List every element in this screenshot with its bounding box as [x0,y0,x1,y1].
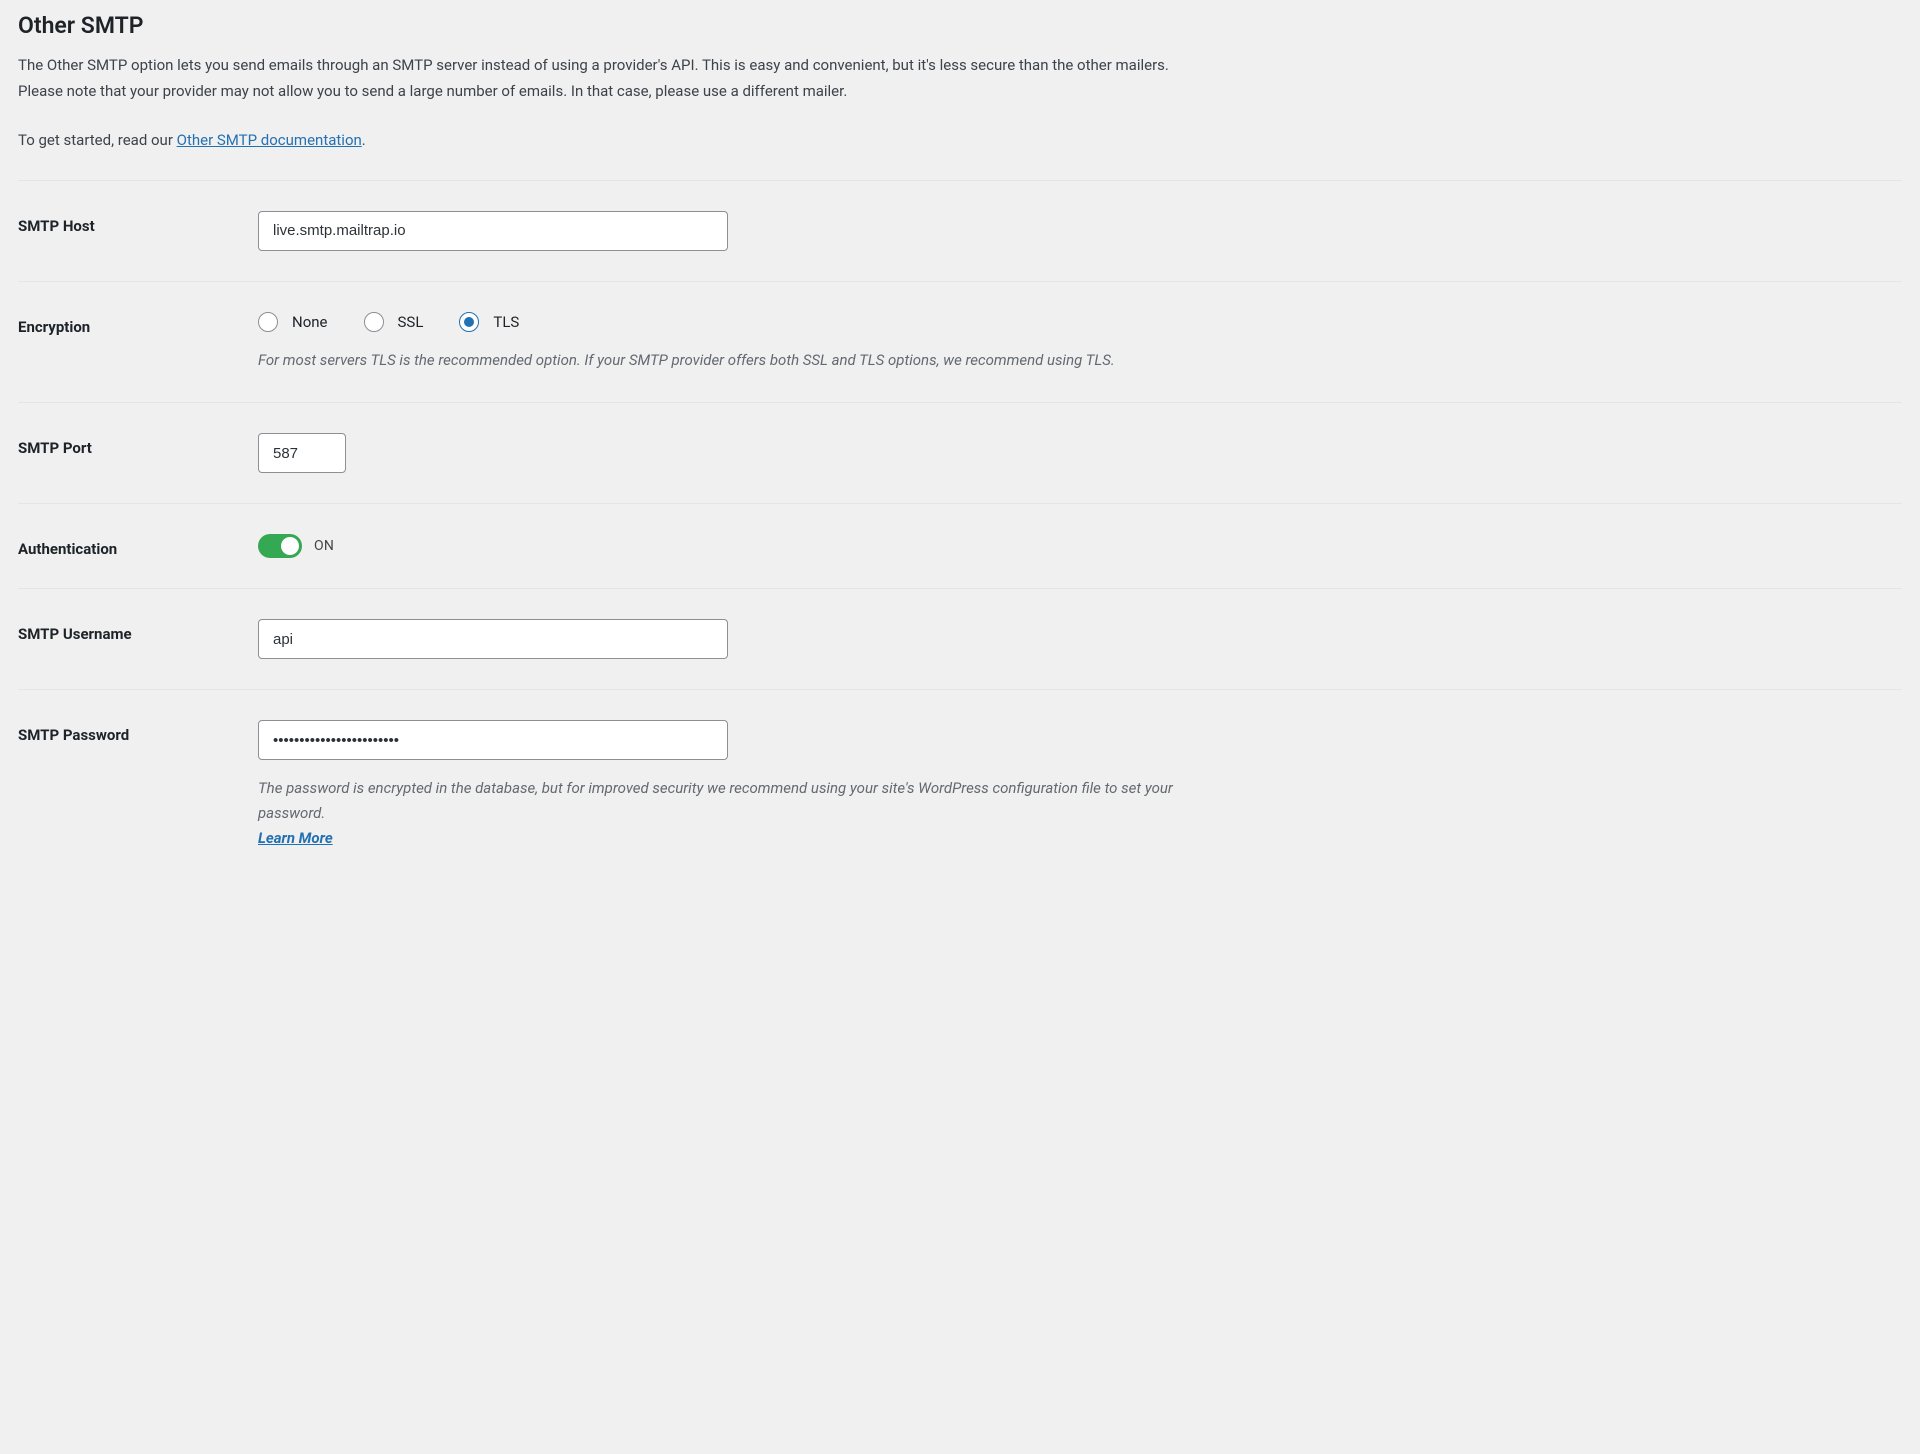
encryption-help: For most servers TLS is the recommended … [258,348,1178,373]
intro-2-prefix: To get started, read our [18,131,177,149]
row-smtp-host: SMTP Host [18,180,1902,281]
label-smtp-password: SMTP Password [18,720,258,744]
label-authentication: Authentication [18,534,258,558]
radio-dot-icon [464,317,474,327]
radio-icon-checked [459,312,479,332]
section-title: Other SMTP [18,12,1902,39]
radio-label-ssl: SSL [398,313,424,331]
smtp-port-input[interactable] [258,433,346,473]
label-smtp-host: SMTP Host [18,211,258,235]
smtp-password-input[interactable] [258,720,728,760]
auth-toggle-state: ON [314,538,334,554]
encryption-radio-none[interactable]: None [258,312,328,332]
doc-link[interactable]: Other SMTP documentation [177,131,362,149]
smtp-username-input[interactable] [258,619,728,659]
row-encryption: Encryption None SSL TLS For most servers… [18,281,1902,403]
password-help-text: The password is encrypted in the databas… [258,779,1173,822]
label-smtp-port: SMTP Port [18,433,258,457]
row-smtp-username: SMTP Username [18,588,1902,689]
smtp-host-input[interactable] [258,211,728,251]
radio-icon [364,312,384,332]
section-intro-1: The Other SMTP option lets you send emai… [18,53,1208,104]
radio-label-none: None [292,313,328,331]
radio-icon [258,312,278,332]
auth-toggle[interactable] [258,534,302,558]
intro-2-suffix: . [362,131,366,149]
section-intro-2: To get started, read our Other SMTP docu… [18,128,1208,154]
password-help: The password is encrypted in the databas… [258,776,1178,850]
label-encryption: Encryption [18,312,258,336]
label-smtp-username: SMTP Username [18,619,258,643]
toggle-knob-icon [281,537,299,555]
row-smtp-port: SMTP Port [18,402,1902,503]
row-authentication: Authentication ON [18,503,1902,588]
encryption-radio-ssl[interactable]: SSL [364,312,424,332]
encryption-radio-tls[interactable]: TLS [459,312,519,332]
row-smtp-password: SMTP Password The password is encrypted … [18,689,1902,880]
password-learn-more[interactable]: Learn More [258,829,333,847]
radio-label-tls: TLS [493,313,519,331]
